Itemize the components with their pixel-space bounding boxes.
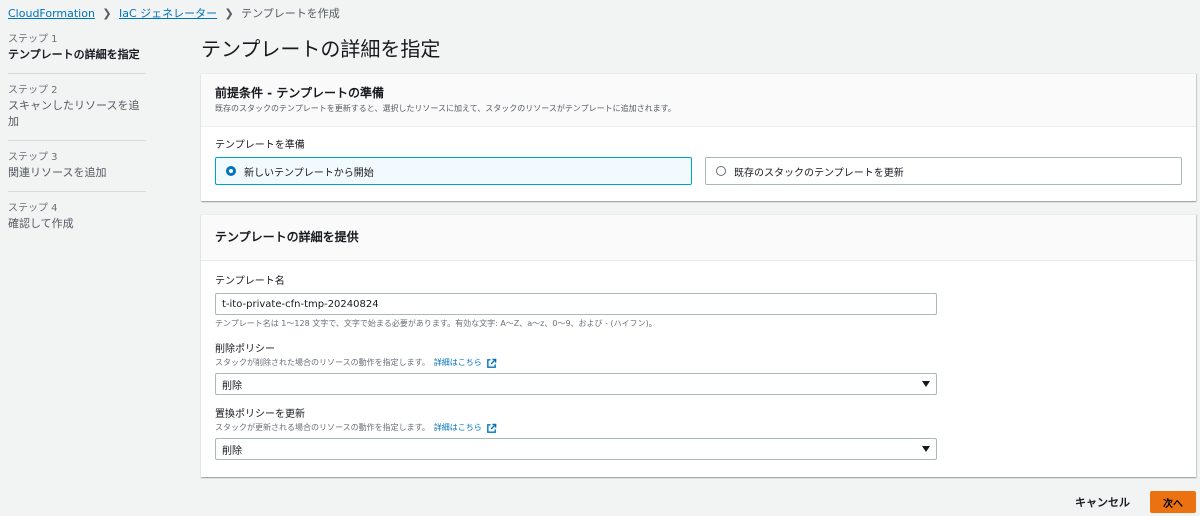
wizard-footer: キャンセル 次へ bbox=[1069, 490, 1196, 514]
replace-policy-info-link[interactable]: 詳細はこちら bbox=[434, 422, 482, 434]
step-2[interactable]: ステップ 2 スキャンしたリソースを追加 bbox=[8, 84, 146, 141]
page-title: テンプレートの詳細を指定 bbox=[201, 37, 441, 61]
template-name-constraint: テンプレート名は 1～128 文字で、文字で始まる必要があります。有効な文字: … bbox=[215, 319, 657, 328]
replace-policy-select[interactable]: 削除 bbox=[215, 438, 937, 460]
next-button[interactable]: 次へ bbox=[1150, 491, 1196, 513]
step-3[interactable]: ステップ 3 関連リソースを追加 bbox=[8, 151, 146, 192]
breadcrumb-cloudformation[interactable]: CloudFormation bbox=[8, 7, 95, 20]
replace-policy-label: 置換ポリシーを更新 bbox=[215, 409, 305, 420]
prereq-container: 前提条件 - テンプレートの準備 既存のスタックのテンプレートを更新すると、選択… bbox=[201, 73, 1196, 201]
step-name: 確認して作成 bbox=[8, 217, 74, 230]
details-container: テンプレートの詳細を提供 テンプレート名 テンプレート名は 1～128 文字で、… bbox=[201, 214, 1196, 477]
prepare-template-label: テンプレートを準備 bbox=[215, 140, 305, 151]
deletion-policy-select[interactable]: 削除 bbox=[215, 373, 937, 395]
step-1[interactable]: ステップ 1 テンプレートの詳細を指定 bbox=[8, 33, 146, 74]
replace-policy-desc: スタックが更新される場合のリソースの動作を指定します。 詳細はこちら bbox=[215, 422, 1182, 434]
deletion-policy-desc-text: スタックが削除された場合のリソースの動作を指定します。 bbox=[215, 358, 430, 367]
prereq-header: 前提条件 - テンプレートの準備 既存のスタックのテンプレートを更新すると、選択… bbox=[201, 74, 1196, 127]
radio-unselected-icon bbox=[716, 166, 726, 176]
cancel-button[interactable]: キャンセル bbox=[1069, 490, 1136, 514]
external-link-icon[interactable] bbox=[486, 358, 497, 369]
wizard-steps: ステップ 1 テンプレートの詳細を指定 ステップ 2 スキャンしたリソースを追加… bbox=[8, 33, 146, 252]
replace-policy-desc-text: スタックが更新される場合のリソースの動作を指定します。 bbox=[215, 423, 430, 432]
radio-label: 新しいテンプレートから開始 bbox=[244, 167, 374, 179]
details-title: テンプレートの詳細を提供 bbox=[215, 230, 359, 244]
radio-update-existing[interactable]: 既存のスタックのテンプレートを更新 bbox=[705, 157, 1182, 185]
caret-down-icon bbox=[922, 446, 930, 452]
step-number: ステップ 4 bbox=[8, 203, 58, 214]
details-body: テンプレート名 テンプレート名は 1～128 文字で、文字で始まる必要があります… bbox=[201, 261, 1196, 472]
breadcrumb-current: テンプレートを作成 bbox=[241, 7, 340, 20]
deletion-policy-info-link[interactable]: 詳細はこちら bbox=[434, 357, 482, 369]
step-number: ステップ 1 bbox=[8, 34, 58, 45]
breadcrumb: CloudFormation ❯ IaC ジェネレーター ❯ テンプレートを作成 bbox=[8, 5, 340, 21]
prereq-body: テンプレートを準備 新しいテンプレートから開始 既存のスタックのテンプレートを更… bbox=[201, 127, 1196, 197]
prereq-title: 前提条件 - テンプレートの準備 bbox=[215, 86, 384, 100]
radio-label: 既存のスタックのテンプレートを更新 bbox=[734, 167, 904, 179]
deletion-policy-label: 削除ポリシー bbox=[215, 344, 275, 355]
template-name-input[interactable] bbox=[215, 293, 937, 315]
deletion-policy-value: 削除 bbox=[222, 380, 242, 392]
caret-down-icon bbox=[922, 381, 930, 387]
step-number: ステップ 2 bbox=[8, 85, 58, 96]
chevron-right-icon: ❯ bbox=[102, 6, 112, 20]
radio-tiles: 新しいテンプレートから開始 既存のスタックのテンプレートを更新 bbox=[215, 157, 1182, 185]
prereq-description: 既存のスタックのテンプレートを更新すると、選択したリソースに加えて、スタックのリ… bbox=[215, 104, 676, 113]
radio-new-template[interactable]: 新しいテンプレートから開始 bbox=[215, 157, 692, 185]
step-number: ステップ 3 bbox=[8, 152, 58, 163]
step-name: スキャンしたリソースを追加 bbox=[8, 99, 140, 128]
external-link-icon[interactable] bbox=[486, 423, 497, 434]
breadcrumb-iac-generator[interactable]: IaC ジェネレーター bbox=[119, 5, 217, 21]
details-header: テンプレートの詳細を提供 bbox=[201, 215, 1196, 261]
radio-selected-icon bbox=[226, 166, 236, 176]
template-name-label: テンプレート名 bbox=[215, 276, 285, 287]
step-4[interactable]: ステップ 4 確認して作成 bbox=[8, 202, 146, 242]
step-name: テンプレートの詳細を指定 bbox=[8, 48, 140, 61]
step-name: 関連リソースを追加 bbox=[8, 166, 107, 179]
deletion-policy-desc: スタックが削除された場合のリソースの動作を指定します。 詳細はこちら bbox=[215, 357, 1182, 369]
chevron-right-icon: ❯ bbox=[224, 6, 234, 20]
replace-policy-value: 削除 bbox=[222, 445, 242, 457]
